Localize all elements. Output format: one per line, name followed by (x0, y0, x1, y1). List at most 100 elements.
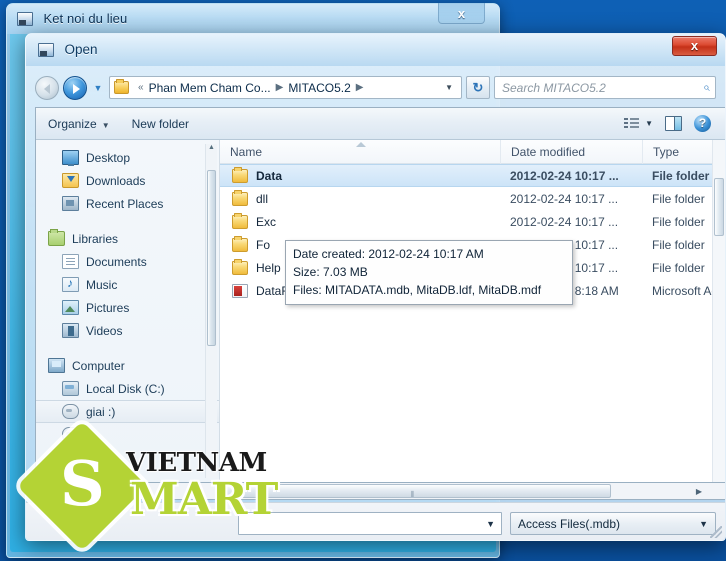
sidebar-item-label: giai :) (86, 404, 116, 419)
horizontal-scrollbar[interactable]: ⫴ ▶ (35, 483, 725, 500)
pictures-icon (62, 300, 79, 315)
column-header-name[interactable]: Name (220, 140, 500, 164)
tooltip-size: Size: 7.03 MB (293, 265, 368, 279)
search-input[interactable]: Search MITACO5.2 ⌕ (494, 76, 716, 99)
folder-icon (232, 235, 248, 252)
file-name-label: Fo (256, 237, 271, 252)
sidebar-item-label: Documents (86, 254, 147, 269)
search-icon[interactable]: ⌕ (703, 80, 710, 95)
chevron-down-icon[interactable]: ▼ (645, 119, 653, 128)
preview-pane-icon[interactable] (665, 116, 682, 131)
explorer-body: Desktop Downloads Recent Places Librarie… (36, 139, 725, 482)
sidebar-item-computer[interactable]: Computer (36, 354, 219, 377)
navigation-sidebar: Desktop Downloads Recent Places Librarie… (36, 140, 220, 482)
documents-icon (62, 254, 79, 269)
outer-window-close-button[interactable]: x (438, 3, 485, 24)
sidebar-item-documents[interactable]: Documents (36, 250, 219, 273)
file-date-cell: 2012-02-24 10:17 ... (510, 168, 619, 183)
sidebar-item-label: Downloads (86, 173, 146, 188)
column-header-date[interactable]: Date modified (500, 139, 642, 164)
chevron-down-icon[interactable]: ▼ (91, 83, 105, 93)
organize-button[interactable]: Organize ▼ (48, 117, 110, 131)
breadcrumb-item-1[interactable]: MITACO5.2 (288, 81, 350, 95)
file-name-label: dll (256, 191, 269, 206)
sidebar-item-label: Desktop (86, 150, 131, 165)
refresh-icon[interactable]: ↻ (466, 76, 490, 99)
address-breadcrumb-bar[interactable]: « Phan Mem Cham Co... ▶ MITACO5.2 ▶ ▼ (109, 76, 462, 99)
file-list-header: Name Date modified Type (220, 139, 725, 164)
file-name-label: Data (256, 168, 283, 183)
chevron-down-icon: ▼ (101, 120, 110, 130)
sidebar-item-libraries[interactable]: Libraries (36, 227, 219, 250)
sidebar-item-pictures[interactable]: Pictures (36, 296, 219, 319)
table-row[interactable]: Exc 2012-02-24 10:17 ... File folder (220, 210, 725, 233)
sidebar-item-giai-drive[interactable]: giai :) (36, 400, 219, 423)
open-file-dialog: Open x ▼ « Phan Mem Cham Co... ▶ MITACO5… (25, 33, 726, 541)
breadcrumb-separator-1: ▶ (355, 82, 364, 93)
sidebar-scrollbar[interactable]: ▲ ▼ (205, 144, 217, 478)
forward-arrow-icon[interactable] (63, 75, 87, 100)
computer-icon (48, 358, 65, 373)
drive-icon (62, 427, 79, 442)
sidebar-item-videos[interactable]: Videos (36, 319, 219, 342)
file-name-input[interactable]: ▼ (238, 512, 502, 535)
scroll-up-icon[interactable]: ▲ (206, 144, 217, 156)
mdb-file-icon (232, 283, 248, 298)
window-icon (38, 43, 54, 57)
file-date-cell: 2012-02-24 10:17 ... (510, 214, 619, 229)
breadcrumb-separator-0: ▶ (275, 82, 284, 93)
scroll-right-icon[interactable]: ▶ (696, 487, 702, 496)
file-name-cell: Data (220, 166, 500, 183)
file-list-scroll-thumb[interactable] (714, 178, 724, 236)
chevron-down-icon[interactable]: ▼ (699, 519, 708, 529)
folder-icon (114, 79, 129, 94)
breadcrumb-item-0[interactable]: Phan Mem Cham Co... (149, 81, 271, 95)
disk-icon (62, 381, 79, 396)
resize-grip-icon[interactable] (710, 526, 722, 538)
outer-window-title: Ket noi du lieu (43, 11, 128, 26)
sidebar-item-label: Recent Places (86, 196, 164, 211)
music-icon (62, 276, 79, 292)
file-list-scrollbar[interactable] (712, 140, 725, 482)
file-type-value: Access Files(.mdb) (518, 516, 621, 531)
scroll-grip-icon: ⫴ (410, 490, 415, 499)
table-row[interactable]: Data 2012-02-24 10:17 ... File folder (220, 164, 725, 187)
tooltip-date-created: Date created: 2012-02-24 10:17 AM (293, 247, 484, 261)
new-folder-button[interactable]: New folder (132, 117, 189, 131)
outer-window-titlebar[interactable]: Ket noi du lieu x (7, 3, 499, 34)
address-bar: ▼ « Phan Mem Cham Co... ▶ MITACO5.2 ▶ ▼ … (26, 66, 725, 104)
dialog-title: Open (64, 42, 98, 57)
sidebar-item-extra-drive[interactable] (36, 423, 219, 446)
dialog-bottom-bar: ▼ Access Files(.mdb) ▼ Open ▼ Cancel (26, 502, 725, 540)
column-header-name-label: Name (230, 144, 263, 159)
list-view-icon[interactable] (624, 117, 640, 130)
videos-icon (62, 323, 79, 338)
sidebar-divider (36, 215, 219, 227)
chevron-down-icon[interactable]: ▼ (486, 519, 495, 529)
address-dropdown-icon[interactable]: ▼ (440, 83, 458, 92)
sidebar-scroll-thumb[interactable] (207, 170, 216, 346)
horizontal-scroll-thumb[interactable]: ⫴ (219, 484, 611, 499)
sidebar-item-label: Libraries (72, 231, 119, 246)
file-type-select[interactable]: Access Files(.mdb) ▼ (510, 512, 716, 535)
dialog-titlebar[interactable]: Open x (26, 34, 725, 66)
sidebar-item-local-disk[interactable]: Local Disk (C:) (36, 377, 219, 400)
file-name-cell: Exc (220, 212, 500, 229)
tooltip-files: Files: MITADATA.mdb, MitaDB.ldf, MitaDB.… (293, 283, 542, 297)
folder-icon (232, 166, 248, 183)
desktop-background: Ket noi du lieu x Open x ▼ « Phan Mem Ch… (0, 0, 726, 561)
sort-ascending-icon (356, 141, 366, 147)
table-row[interactable]: dll 2012-02-24 10:17 ... File folder (220, 187, 725, 210)
scroll-down-icon[interactable]: ▼ (206, 466, 217, 478)
drive-icon (62, 404, 79, 419)
folder-icon (232, 258, 248, 275)
file-list: Name Date modified Type Data 2012-02-24 … (220, 139, 725, 482)
dialog-close-button[interactable]: x (672, 36, 717, 56)
organize-label: Organize (48, 116, 97, 131)
sidebar-item-music[interactable]: Music (36, 273, 219, 296)
back-arrow-icon[interactable] (35, 75, 59, 100)
breadcrumb-separator-start: « (138, 82, 144, 93)
sidebar-item-label: Local Disk (C:) (86, 381, 165, 396)
libraries-icon (48, 229, 65, 246)
help-icon[interactable]: ? (694, 115, 711, 132)
